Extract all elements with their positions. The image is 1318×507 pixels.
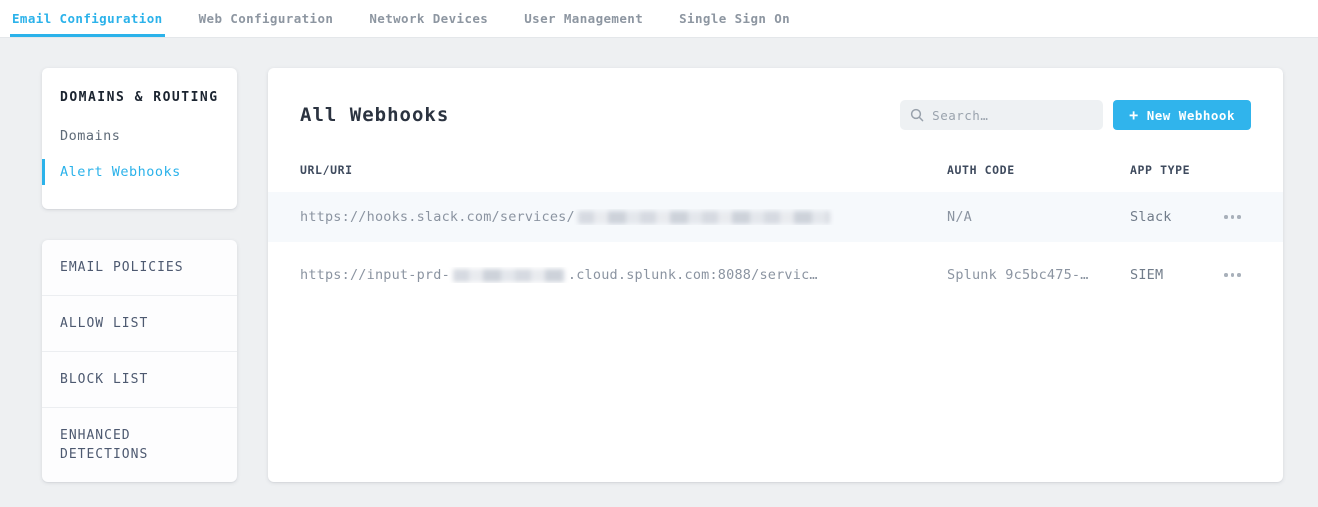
sidebar: DOMAINS & ROUTING Domains Alert Webhooks… — [42, 68, 237, 482]
app-type: Slack — [1130, 209, 1208, 225]
page-title: All Webhooks — [300, 104, 900, 126]
column-header-url: URL/URI — [300, 163, 947, 177]
sidebar-item-domains[interactable]: Domains — [42, 123, 219, 149]
tab-single-sign-on[interactable]: Single Sign On — [677, 0, 792, 37]
sidebar-item-allow-list[interactable]: ALLOW LIST — [42, 296, 237, 352]
url-text: .cloud.splunk.com:8088/servic… — [568, 267, 818, 283]
webhook-url: https://hooks.slack.com/services/ — [300, 209, 947, 225]
domains-routing-card: DOMAINS & ROUTING Domains Alert Webhooks — [42, 68, 237, 209]
tab-web-configuration[interactable]: Web Configuration — [197, 0, 336, 37]
tab-user-management[interactable]: User Management — [522, 0, 645, 37]
new-webhook-button[interactable]: + New Webhook — [1113, 100, 1251, 130]
table-header-row: URL/URI AUTH CODE APP TYPE — [300, 158, 1251, 182]
url-text: https://hooks.slack.com/services/ — [300, 209, 575, 225]
top-navigation: Email Configuration Web Configuration Ne… — [0, 0, 1318, 38]
search-input[interactable] — [932, 108, 1093, 123]
webhooks-table: URL/URI AUTH CODE APP TYPE https://hooks… — [300, 158, 1251, 300]
url-text: https://input-prd- — [300, 267, 450, 283]
sidebar-item-enhanced-detections[interactable]: ENHANCED DETECTIONS — [42, 408, 237, 482]
search-box[interactable] — [900, 100, 1103, 130]
auth-code: Splunk 9c5bc475-… — [947, 267, 1130, 283]
webhooks-panel: All Webhooks + New Webhook URL/URI AUTH … — [268, 68, 1283, 482]
tab-network-devices[interactable]: Network Devices — [367, 0, 490, 37]
column-header-app: APP TYPE — [1130, 163, 1208, 177]
webhook-url: https://input-prd- .cloud.splunk.com:808… — [300, 267, 947, 283]
app-type: SIEM — [1130, 267, 1208, 283]
tab-email-configuration[interactable]: Email Configuration — [10, 0, 165, 37]
sidebar-item-alert-webhooks[interactable]: Alert Webhooks — [42, 159, 219, 185]
auth-code: N/A — [947, 209, 1130, 225]
row-menu-ellipsis-icon[interactable] — [1222, 209, 1243, 225]
column-header-auth: AUTH CODE — [947, 163, 1130, 177]
table-row: https://hooks.slack.com/services/ N/A Sl… — [268, 192, 1283, 242]
sidebar-item-email-policies[interactable]: EMAIL POLICIES — [42, 240, 237, 296]
table-row: https://input-prd- .cloud.splunk.com:808… — [300, 250, 1251, 300]
redacted-text — [453, 269, 565, 282]
sidebar-sections-card: EMAIL POLICIES ALLOW LIST BLOCK LIST ENH… — [42, 240, 237, 482]
search-icon — [910, 108, 924, 122]
sidebar-item-block-list[interactable]: BLOCK LIST — [42, 352, 237, 408]
new-webhook-label: New Webhook — [1147, 108, 1235, 123]
plus-icon: + — [1129, 108, 1139, 123]
content-area: DOMAINS & ROUTING Domains Alert Webhooks… — [0, 38, 1318, 482]
domains-routing-title: DOMAINS & ROUTING — [60, 90, 219, 105]
panel-header: All Webhooks + New Webhook — [300, 100, 1251, 130]
redacted-text — [578, 211, 830, 224]
row-menu-ellipsis-icon[interactable] — [1222, 267, 1243, 283]
